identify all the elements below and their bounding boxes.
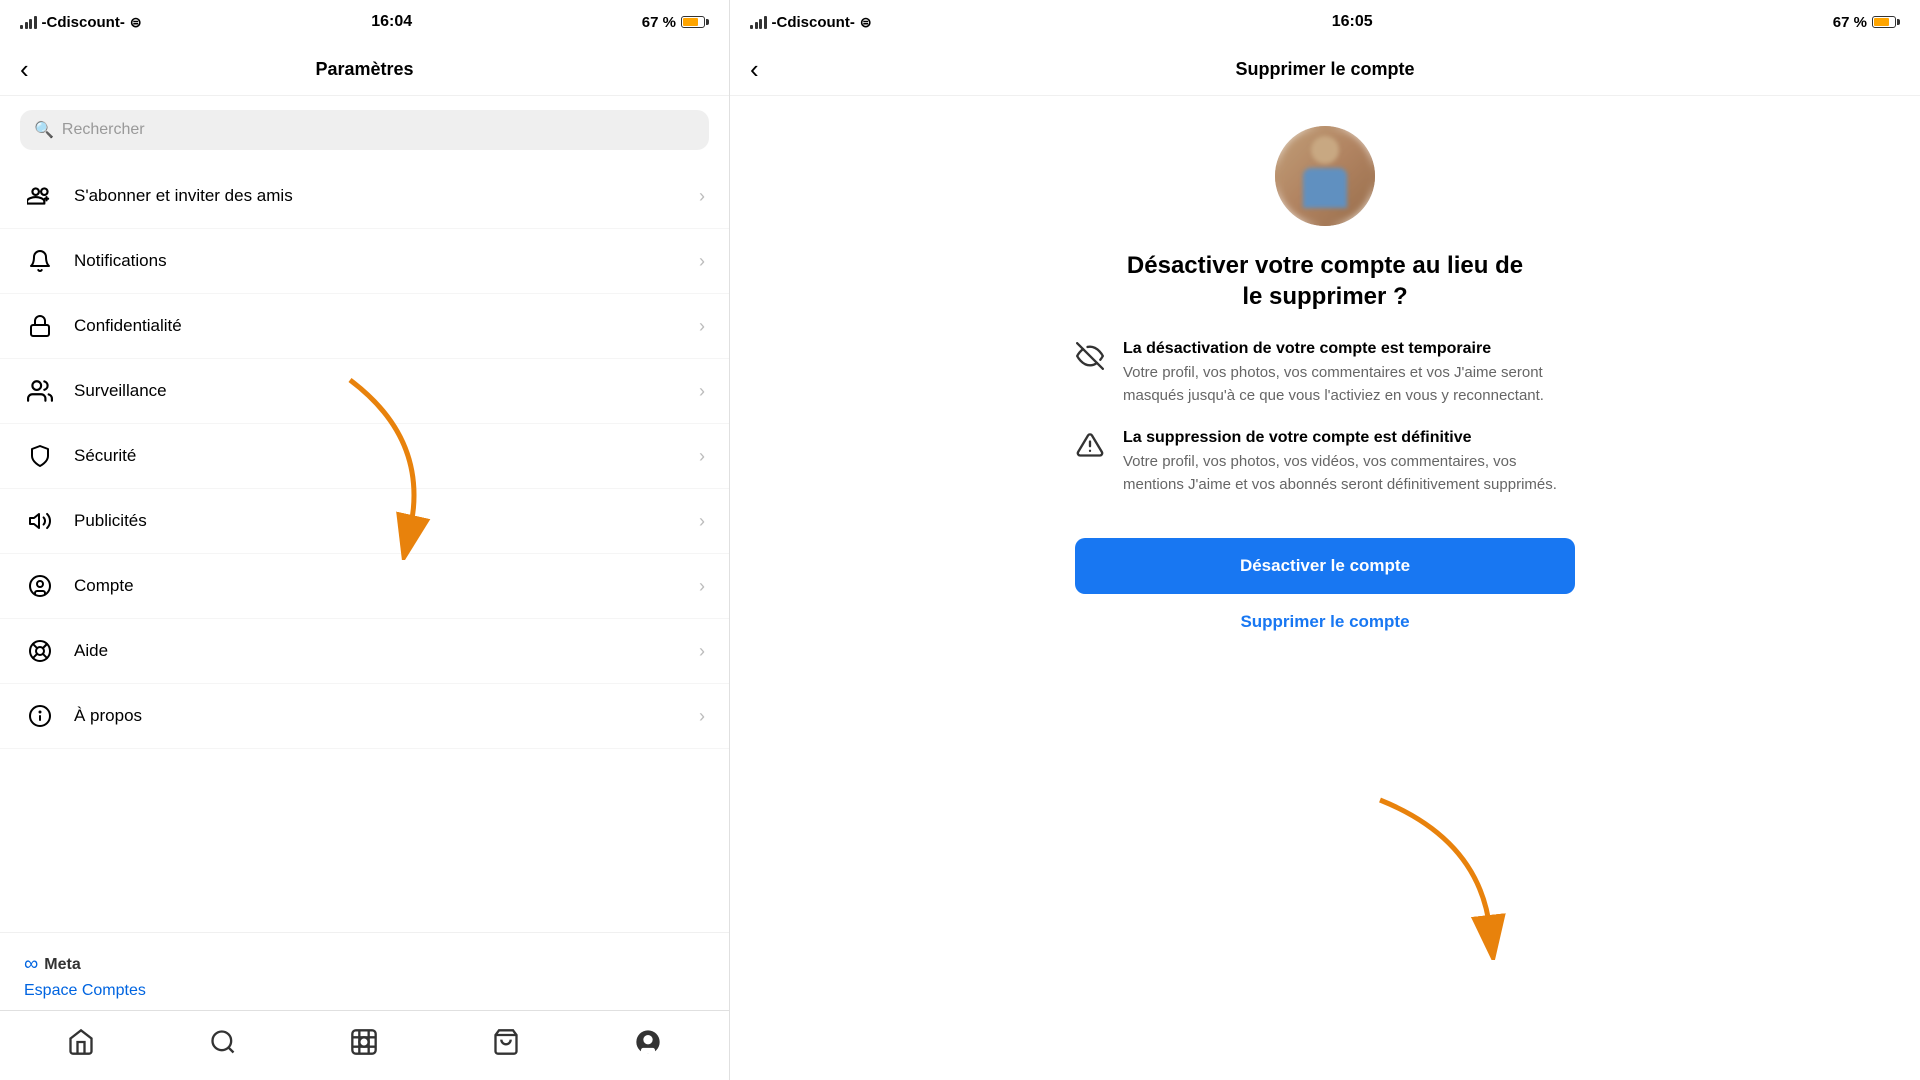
deactivate-info-title: La désactivation de votre compte est tem… [1123,340,1575,358]
deactivate-question-title: Désactiver votre compte au lieu de le su… [1115,250,1535,312]
delete-info-desc: Votre profil, vos photos, vos vidéos, vo… [1123,451,1575,496]
security-label: Sécurité [74,446,699,466]
notifications-chevron: › [699,251,705,272]
time-left: 16:04 [371,13,412,31]
espace-comptes-link[interactable]: Espace Comptes [24,982,146,999]
account-chevron: › [699,576,705,597]
right-panel: -Cdiscount- ⊜ 16:05 67 % ‹ Supprimer le … [730,0,1920,1080]
security-chevron: › [699,446,705,467]
settings-item-about[interactable]: À propos › [0,684,729,749]
settings-item-privacy[interactable]: Confidentialité › [0,294,729,359]
follow-chevron: › [699,186,705,207]
settings-item-notifications[interactable]: Notifications › [0,229,729,294]
delete-info-text: La suppression de votre compte est défin… [1123,429,1575,496]
battery-pct-left: 67 % [642,14,676,31]
wifi-icon-left: ⊜ [130,14,142,31]
settings-item-security[interactable]: Sécurité › [0,424,729,489]
follow-label: S'abonner et inviter des amis [74,186,699,206]
battery-pct-right: 67 % [1833,14,1867,31]
settings-item-account[interactable]: Compte › [0,554,729,619]
left-status-right: 67 % [642,14,709,31]
right-status-right: 67 % [1833,14,1900,31]
ads-chevron: › [699,511,705,532]
nav-profile[interactable] [624,1018,672,1073]
nav-search[interactable] [199,1018,247,1073]
notifications-label: Notifications [74,251,699,271]
settings-item-supervision[interactable]: Surveillance › [0,359,729,424]
deactivate-info-desc: Votre profil, vos photos, vos commentair… [1123,362,1575,407]
info-item-delete: La suppression de votre compte est défin… [1075,429,1575,496]
person-circle-icon [24,570,56,602]
carrier-right: -Cdiscount- [772,14,855,31]
people-icon [24,375,56,407]
battery-icon-left [681,16,709,28]
supervision-label: Surveillance [74,381,699,401]
settings-item-help[interactable]: Aide › [0,619,729,684]
help-label: Aide [74,641,699,661]
avatar [1275,126,1375,226]
right-back-button[interactable]: ‹ [750,54,759,85]
left-panel: -Cdiscount- ⊜ 16:04 67 % ‹ Paramètres 🔍 … [0,0,730,1080]
left-status-left: -Cdiscount- ⊜ [20,14,142,31]
right-status-left: -Cdiscount- ⊜ [750,14,872,31]
about-chevron: › [699,706,705,727]
ads-label: Publicités [74,511,699,531]
lifering-icon [24,635,56,667]
privacy-chevron: › [699,316,705,337]
left-status-bar: -Cdiscount- ⊜ 16:04 67 % [0,0,729,44]
right-signal-bars [750,15,767,29]
deactivate-button[interactable]: Désactiver le compte [1075,538,1575,594]
privacy-label: Confidentialité [74,316,699,336]
carrier-left: -Cdiscount- [42,14,125,31]
wifi-icon-right: ⊜ [860,14,872,31]
warning-triangle-icon [1075,431,1105,466]
megaphone-icon [24,505,56,537]
profile-icon [634,1028,662,1063]
search-bar[interactable]: 🔍 Rechercher [20,110,709,150]
battery-icon-right [1872,16,1900,28]
meta-logo: ∞ Meta [24,953,705,976]
person-add-icon [24,180,56,212]
signal-bars [20,15,37,29]
shield-icon [24,440,56,472]
meta-text: Meta [44,956,80,974]
delete-info-title: La suppression de votre compte est défin… [1123,429,1575,447]
reels-icon [350,1028,378,1063]
bottom-nav [0,1010,729,1080]
settings-item-follow[interactable]: S'abonner et inviter des amis › [0,164,729,229]
right-header-title: Supprimer le compte [1235,59,1414,80]
info-item-deactivate: La désactivation de votre compte est tem… [1075,340,1575,407]
supervision-chevron: › [699,381,705,402]
about-label: À propos [74,706,699,726]
help-chevron: › [699,641,705,662]
left-back-button[interactable]: ‹ [20,54,29,85]
meta-symbol: ∞ [24,953,38,976]
info-circle-icon [24,700,56,732]
right-header: ‹ Supprimer le compte [730,44,1920,96]
bell-icon [24,245,56,277]
nav-home[interactable] [57,1018,105,1073]
deactivate-info-text: La désactivation de votre compte est tem… [1123,340,1575,407]
shop-icon [492,1028,520,1063]
home-icon [67,1028,95,1063]
account-label: Compte [74,576,699,596]
right-status-bar: -Cdiscount- ⊜ 16:05 67 % [730,0,1920,44]
time-right: 16:05 [1332,13,1373,31]
lock-icon [24,310,56,342]
left-header-title: Paramètres [315,59,413,80]
search-nav-icon [209,1028,237,1063]
nav-shop[interactable] [482,1018,530,1073]
delete-account-button[interactable]: Supprimer le compte [1240,612,1409,632]
left-header: ‹ Paramètres [0,44,729,96]
search-icon: 🔍 [34,120,54,140]
settings-list: S'abonner et inviter des amis › Notifica… [0,164,729,932]
nav-reels[interactable] [340,1018,388,1073]
meta-footer: ∞ Meta Espace Comptes [0,932,729,1010]
eye-slash-icon [1075,342,1105,377]
right-content: Désactiver votre compte au lieu de le su… [730,96,1920,1080]
settings-item-ads[interactable]: Publicités › [0,489,729,554]
search-placeholder: Rechercher [62,121,145,139]
